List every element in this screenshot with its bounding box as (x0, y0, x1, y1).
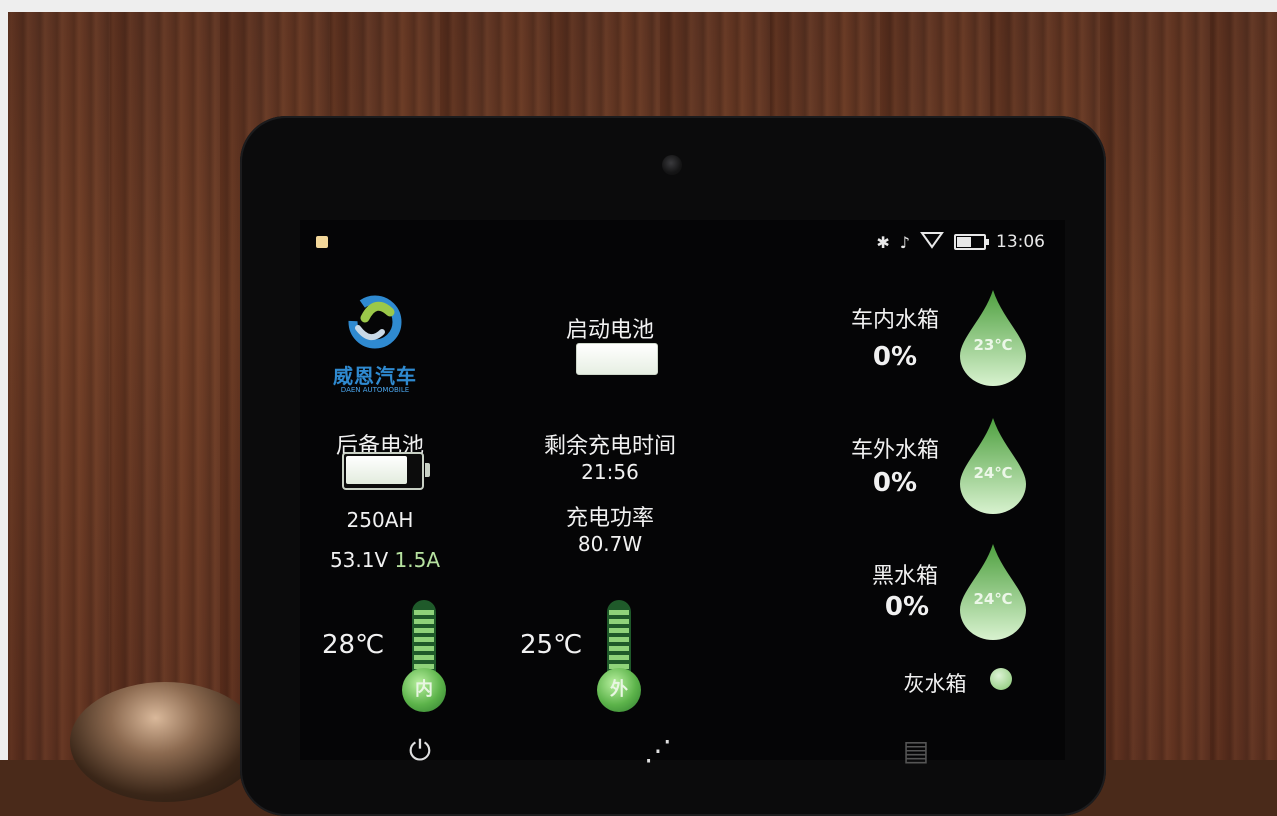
backup-battery-current: 1.5A (394, 548, 441, 572)
black-tank-temp: 24℃ (973, 590, 1013, 608)
remaining-charge-time-label: 剩余充电时间 (543, 434, 676, 459)
outside-temperature-value: 25℃ (520, 630, 583, 660)
battery-icon (954, 234, 989, 250)
backup-battery-indicator[interactable] (342, 452, 430, 490)
logo-subtitle: DAEN AUTOMOBILE (340, 386, 410, 394)
power-icon[interactable]: ⏻ (400, 736, 440, 766)
remaining-charge-time-value: 21:56 (581, 460, 639, 484)
black-tank-drop-icon[interactable]: 24℃ (956, 542, 1030, 642)
backup-battery-capacity: 250AH (346, 508, 414, 532)
inside-thermometer-icon: 内 (400, 600, 450, 712)
status-time: 13:06 (996, 232, 1045, 252)
bottom-nav: ⏻ ⋰ ▤ (300, 730, 1065, 766)
logo-name: 威恩汽车 (333, 364, 417, 388)
outside-thermometer-label: 外 (597, 668, 641, 712)
inner-tank-drop-icon[interactable]: 23℃ (956, 288, 1030, 388)
image-border-top (0, 0, 1277, 12)
backup-battery-voltage: 53.1V (329, 548, 389, 572)
backup-battery-percent (344, 454, 422, 488)
starter-battery-value (577, 344, 657, 374)
status-bar: ✱ ♪ 13:06 (876, 230, 1045, 254)
bluetooth-icon: ✱ (876, 232, 890, 252)
document-icon[interactable]: ▤ (896, 736, 936, 766)
inner-tank-temp: 23℃ (973, 336, 1013, 354)
inner-tank-label: 车内水箱 (850, 308, 939, 333)
charging-power-value: 80.7W (577, 532, 643, 556)
image-border-left (0, 0, 8, 760)
starter-battery-label: 启动电池 (565, 318, 654, 343)
outer-tank-label: 车外水箱 (850, 438, 939, 463)
black-tank-percent: 0% (884, 592, 930, 622)
inner-tank-percent: 0% (872, 342, 918, 372)
front-camera (662, 155, 682, 175)
outside-thermometer-icon: 外 (595, 600, 645, 712)
wifi-icon (920, 231, 944, 253)
outer-tank-percent: 0% (872, 468, 918, 498)
metal-knob (70, 682, 260, 802)
battery-level-fill (957, 237, 971, 247)
starter-battery-indicator[interactable] (576, 343, 658, 375)
inside-temperature-value: 28℃ (322, 630, 385, 660)
grey-tank-status-indicator[interactable] (990, 668, 1012, 690)
black-tank-label: 黑水箱 (871, 564, 938, 589)
backup-battery-tip (425, 463, 430, 477)
notification-icon (316, 236, 328, 248)
logo-swirl-icon (348, 295, 402, 349)
mute-icon: ♪ (899, 232, 910, 252)
outer-tank-temp: 24℃ (973, 464, 1013, 482)
charging-power-label: 充电功率 (565, 506, 654, 531)
brand-logo: 威恩汽车 DAEN AUTOMOBILE (310, 288, 440, 408)
grey-tank-label: 灰水箱 (903, 672, 967, 696)
dashboard-screen: ✱ ♪ 13:06 威恩汽车 DAEN AUTOMOBILE 启动电池 后备电池… (300, 220, 1065, 766)
outer-tank-drop-icon[interactable]: 24℃ (956, 416, 1030, 516)
backup-battery-readings: 53.1V 1.5A (320, 548, 450, 572)
inside-thermometer-label: 内 (402, 668, 446, 712)
chart-icon[interactable]: ⋰ (638, 736, 678, 766)
